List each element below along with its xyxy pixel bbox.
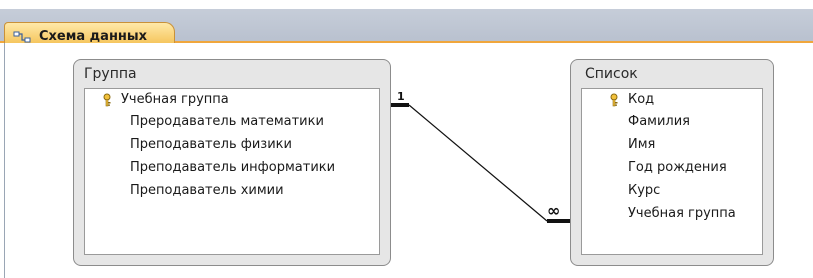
- top-strip: [0, 0, 813, 9]
- field-list: Код Фамилия Имя Год рождения Курс Учебна…: [581, 88, 763, 255]
- one-side-marker: 1: [397, 90, 405, 103]
- table-title: Группа: [84, 66, 137, 82]
- table-title: Список: [585, 66, 638, 82]
- many-side-marker: ∞: [547, 201, 561, 220]
- field-item[interactable]: Прeродаватель математики: [130, 111, 324, 133]
- field-item[interactable]: Учебная группа: [628, 203, 736, 225]
- relationship-canvas[interactable]: 1 ∞ Группа Учебная группа Прeродаватель …: [4, 43, 813, 278]
- tab-label: Схема данных: [39, 29, 148, 44]
- document-tab-bar: Схема данных: [0, 9, 813, 50]
- field-item[interactable]: Фамилия: [628, 111, 690, 133]
- field-item[interactable]: Код: [628, 89, 654, 111]
- primary-key-icon: [610, 93, 618, 107]
- field-item[interactable]: Преподаватель физики: [130, 134, 292, 156]
- field-item[interactable]: Год рождения: [628, 157, 727, 179]
- table-window-list[interactable]: Список Код Фамилия Имя Год рождения Курс…: [570, 59, 774, 266]
- field-item[interactable]: Учебная группа: [121, 89, 229, 111]
- field-item[interactable]: Преподаватель химии: [130, 180, 284, 202]
- primary-key-icon: [103, 93, 111, 107]
- field-item[interactable]: Курс: [628, 180, 660, 202]
- table-window-group[interactable]: Группа Учебная группа Прeродаватель мате…: [73, 59, 391, 266]
- relationships-icon: [13, 31, 31, 42]
- field-item[interactable]: Имя: [628, 134, 655, 156]
- field-item[interactable]: Преподаватель информатики: [130, 157, 335, 179]
- field-list: Учебная группа Прeродаватель математики …: [84, 88, 380, 255]
